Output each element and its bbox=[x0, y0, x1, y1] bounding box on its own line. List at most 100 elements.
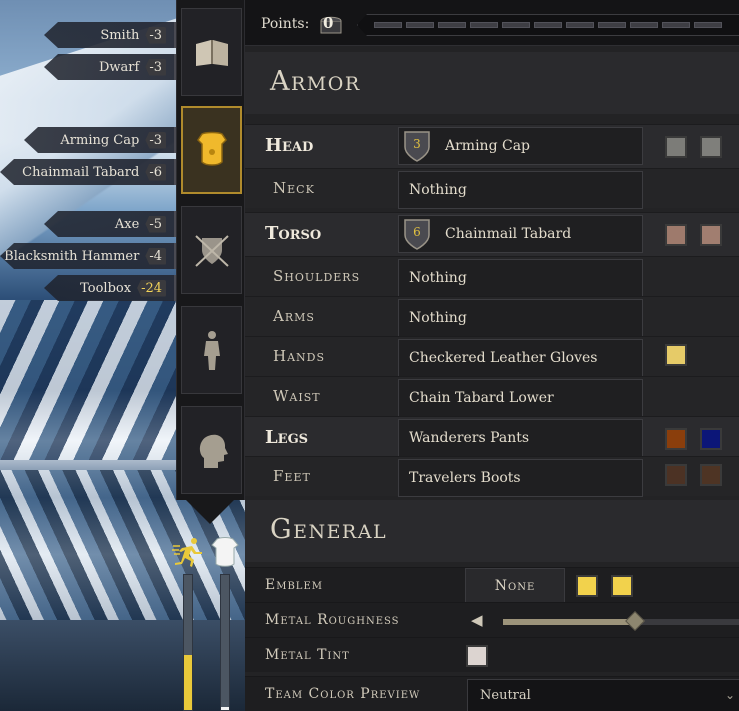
item-select-arms[interactable]: Nothing bbox=[398, 299, 643, 337]
color-swatch[interactable] bbox=[700, 224, 722, 246]
points-bar: Points: 0 bbox=[245, 0, 739, 46]
slot-label: Torso bbox=[265, 223, 322, 244]
armor-section-header: Armor bbox=[245, 52, 739, 114]
slot-label: Head bbox=[265, 135, 314, 156]
armor-row-shoulders: Shoulders Nothing bbox=[245, 256, 739, 297]
tier-number: 3 bbox=[413, 137, 421, 151]
armor-weight-bar bbox=[220, 574, 230, 711]
item-name: Travelers Boots bbox=[409, 470, 521, 486]
metal-roughness-knob[interactable] bbox=[625, 611, 646, 631]
tab-head[interactable] bbox=[181, 406, 242, 494]
armor-row-waist: Waist Chain Tabard Lower bbox=[245, 376, 739, 417]
metal-roughness-slider[interactable] bbox=[503, 611, 739, 631]
tab-book[interactable] bbox=[181, 8, 242, 96]
general-section-header: General bbox=[245, 500, 739, 562]
metal-tint-swatch[interactable] bbox=[466, 645, 488, 667]
team-color-row: Team Color Preview Neutral ⌄ bbox=[245, 676, 739, 711]
item-select-shoulders[interactable]: Nothing bbox=[398, 259, 643, 297]
slot-label: Neck bbox=[273, 179, 315, 197]
item-name: Arming Cap bbox=[445, 138, 531, 154]
team-color-dropdown[interactable]: Neutral ⌄ bbox=[467, 679, 739, 711]
general-section-title: General bbox=[270, 514, 388, 545]
tier-number: 6 bbox=[413, 225, 421, 239]
cost-tag: Blacksmith Hammer -4 bbox=[0, 243, 176, 269]
points-segment bbox=[566, 22, 594, 28]
cost-tag-name: Dwarf bbox=[99, 59, 140, 75]
tier-shield-icon: 3 bbox=[403, 129, 431, 163]
cost-tag: Toolbox -24 bbox=[44, 275, 176, 301]
cost-tag-name: Blacksmith Hammer bbox=[4, 248, 140, 264]
armor-weight-icon bbox=[211, 537, 239, 567]
item-name: Checkered Leather Gloves bbox=[409, 350, 598, 366]
points-segment bbox=[502, 22, 530, 28]
slot-label: Legs bbox=[265, 427, 309, 448]
running-figure-icon bbox=[172, 538, 202, 567]
run-stamina-bar bbox=[183, 574, 193, 711]
metal-tint-label: Metal Tint bbox=[265, 647, 350, 663]
emblem-label: Emblem bbox=[265, 577, 323, 593]
cost-tag-name: Chainmail Tabard bbox=[22, 164, 140, 180]
tab-body[interactable] bbox=[181, 306, 242, 394]
cost-tag: Axe -5 bbox=[44, 211, 176, 237]
item-select-feet[interactable]: Travelers Boots bbox=[398, 459, 643, 497]
points-segment bbox=[438, 22, 466, 28]
cost-tag-value: -3 bbox=[145, 26, 166, 44]
color-swatch[interactable] bbox=[665, 224, 687, 246]
emblem-select-button[interactable]: None bbox=[465, 568, 565, 603]
color-swatch[interactable] bbox=[665, 464, 687, 486]
color-swatch[interactable] bbox=[700, 136, 722, 158]
color-swatch[interactable] bbox=[665, 428, 687, 450]
points-segment bbox=[598, 22, 626, 28]
tab-weapons[interactable] bbox=[181, 206, 242, 294]
team-color-value: Neutral bbox=[480, 688, 531, 703]
cost-tag: Arming Cap -3 bbox=[24, 127, 176, 153]
item-name: Wanderers Pants bbox=[409, 430, 530, 446]
color-swatch[interactable] bbox=[700, 428, 722, 450]
emblem-color-2[interactable] bbox=[611, 575, 633, 597]
slider-left-arrow-icon[interactable]: ◀ bbox=[471, 611, 485, 629]
cost-tag-name: Smith bbox=[100, 27, 140, 43]
armor-row-arms: Arms Nothing bbox=[245, 296, 739, 337]
points-track bbox=[357, 14, 739, 36]
metal-roughness-label: Metal Roughness bbox=[265, 612, 400, 628]
body-figure-icon bbox=[203, 331, 220, 370]
item-name: Nothing bbox=[409, 270, 467, 286]
metal-roughness-row: Metal Roughness ◀ bbox=[245, 602, 739, 637]
chevron-down-icon: ⌄ bbox=[724, 688, 735, 702]
armor-row-torso: Torso 6 Chainmail Tabard bbox=[245, 212, 739, 256]
item-select-neck[interactable]: Nothing bbox=[398, 171, 643, 209]
item-select-waist[interactable]: Chain Tabard Lower bbox=[398, 379, 643, 417]
cost-tag-value: -6 bbox=[145, 163, 166, 181]
item-name: Chain Tabard Lower bbox=[409, 390, 554, 406]
tab-armor[interactable] bbox=[181, 106, 242, 194]
cost-tag: Chainmail Tabard -6 bbox=[0, 159, 176, 185]
cost-tag-name: Arming Cap bbox=[60, 132, 140, 148]
cost-tag-value: -5 bbox=[145, 215, 166, 233]
emblem-color-1[interactable] bbox=[576, 575, 598, 597]
points-segment bbox=[662, 22, 690, 28]
armor-weight-fill bbox=[221, 707, 229, 710]
item-select-head[interactable]: 3 Arming Cap bbox=[398, 127, 643, 165]
cost-tag-value: -3 bbox=[145, 131, 166, 149]
points-label: Points: bbox=[261, 16, 310, 32]
color-swatch[interactable] bbox=[665, 136, 687, 158]
slot-label: Hands bbox=[273, 347, 326, 365]
book-icon bbox=[195, 40, 228, 66]
item-name: Nothing bbox=[409, 310, 467, 326]
item-select-torso[interactable]: 6 Chainmail Tabard bbox=[398, 215, 643, 253]
color-swatch[interactable] bbox=[700, 464, 722, 486]
category-tab-strip bbox=[176, 0, 245, 500]
points-segment bbox=[374, 22, 402, 28]
color-swatch[interactable] bbox=[665, 344, 687, 366]
points-segment bbox=[470, 22, 498, 28]
cost-tag: Smith -3 bbox=[44, 22, 176, 48]
points-value: 0 bbox=[323, 14, 334, 32]
points-segment bbox=[630, 22, 658, 28]
item-select-hands[interactable]: Checkered Leather Gloves bbox=[398, 339, 643, 377]
armor-row-hands: Hands Checkered Leather Gloves bbox=[245, 336, 739, 377]
cost-tag: Dwarf -3 bbox=[44, 54, 176, 80]
shield-swords-icon bbox=[194, 235, 229, 267]
cost-tag-value: -4 bbox=[145, 247, 166, 265]
cost-tag-value: -24 bbox=[137, 279, 166, 297]
item-select-legs[interactable]: Wanderers Pants bbox=[398, 419, 643, 457]
